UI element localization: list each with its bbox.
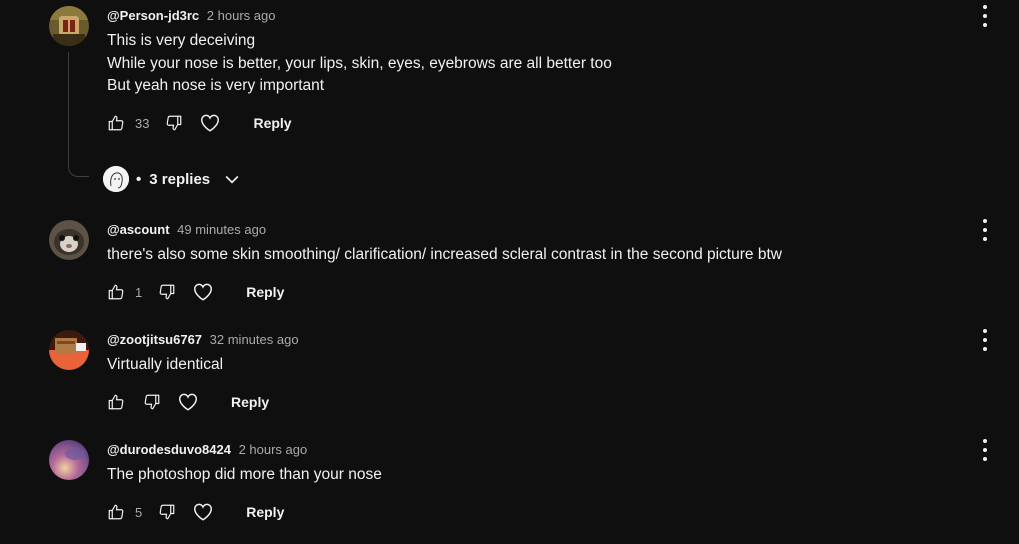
comment-text-line: While your nose is better, your lips, sk… <box>107 54 612 72</box>
comment-actions: Reply <box>107 390 269 414</box>
comment-header: @ascount 49 minutes ago <box>107 222 266 237</box>
comment-time[interactable]: 32 minutes ago <box>210 332 299 347</box>
chevron-down-icon[interactable] <box>222 169 242 189</box>
thumbs-down-icon[interactable] <box>165 114 183 132</box>
heart-icon[interactable] <box>177 391 199 413</box>
more-vert-icon[interactable] <box>976 219 994 241</box>
comment-header: @durodesduvo8424 2 hours ago <box>107 442 307 457</box>
separator-dot: • <box>136 170 142 188</box>
comment-actions: 1 Reply <box>107 280 284 304</box>
thread-connector-line <box>68 52 89 177</box>
comment-actions: 5 Reply <box>107 500 284 524</box>
like-count: 1 <box>135 284 143 300</box>
reply-button[interactable]: Reply <box>231 394 269 410</box>
comment-author[interactable]: @durodesduvo8424 <box>107 442 231 457</box>
comments-section: @Person-jd3rc 2 hours ago This is very d… <box>0 0 1019 544</box>
comment-actions: 33 Reply <box>107 111 292 135</box>
view-replies-button[interactable]: • 3 replies <box>103 165 242 193</box>
more-vert-icon[interactable] <box>976 439 994 461</box>
reply-button[interactable]: Reply <box>246 504 284 520</box>
thumbs-up-icon[interactable] <box>107 283 125 301</box>
comment-header: @Person-jd3rc 2 hours ago <box>107 8 275 23</box>
thumbs-up-icon[interactable] <box>107 393 125 411</box>
comment-time[interactable]: 49 minutes ago <box>177 222 266 237</box>
thumbs-up-icon[interactable] <box>107 114 125 132</box>
heart-icon[interactable] <box>192 281 214 303</box>
more-vert-icon[interactable] <box>976 329 994 351</box>
comment-text-line: But yeah nose is very important <box>107 77 325 94</box>
avatar[interactable] <box>49 220 89 260</box>
like-count: 33 <box>135 115 150 131</box>
avatar[interactable] <box>49 440 89 480</box>
reply-button[interactable]: Reply <box>253 115 291 131</box>
avatar[interactable] <box>49 6 89 46</box>
avatar <box>103 166 129 192</box>
replies-count-label[interactable]: 3 replies <box>149 171 210 188</box>
comment-header: @zootjitsu6767 32 minutes ago <box>107 332 299 347</box>
avatar[interactable] <box>49 330 89 370</box>
comment-author[interactable]: @zootjitsu6767 <box>107 332 202 347</box>
comment-text: The photoshop did more than your nose <box>107 464 382 487</box>
comment-text: Virtually identical <box>107 354 223 377</box>
thumbs-up-icon[interactable] <box>107 503 125 521</box>
heart-icon[interactable] <box>192 501 214 523</box>
comment-text-line: This is very deceiving <box>107 32 256 49</box>
like-count: 5 <box>135 504 143 520</box>
comment-author[interactable]: @ascount <box>107 222 170 237</box>
comment-text: there's also some skin smoothing/ clarif… <box>107 244 782 267</box>
thumbs-down-icon[interactable] <box>158 503 176 521</box>
comment-text-line: Virtually identical <box>107 356 224 373</box>
comment-time[interactable]: 2 hours ago <box>207 8 276 23</box>
comment-time[interactable]: 2 hours ago <box>239 442 308 457</box>
comment-author[interactable]: @Person-jd3rc <box>107 8 199 23</box>
comment-text-line: there's also some skin smoothing/ clarif… <box>107 246 782 263</box>
heart-icon[interactable] <box>199 112 221 134</box>
more-vert-icon[interactable] <box>976 5 994 27</box>
comment-text: This is very deceiving While your nose i… <box>107 30 612 98</box>
thumbs-down-icon[interactable] <box>158 283 176 301</box>
reply-button[interactable]: Reply <box>246 284 284 300</box>
comment-text-line: The photoshop did more than your nose <box>107 466 382 483</box>
thumbs-down-icon[interactable] <box>143 393 161 411</box>
